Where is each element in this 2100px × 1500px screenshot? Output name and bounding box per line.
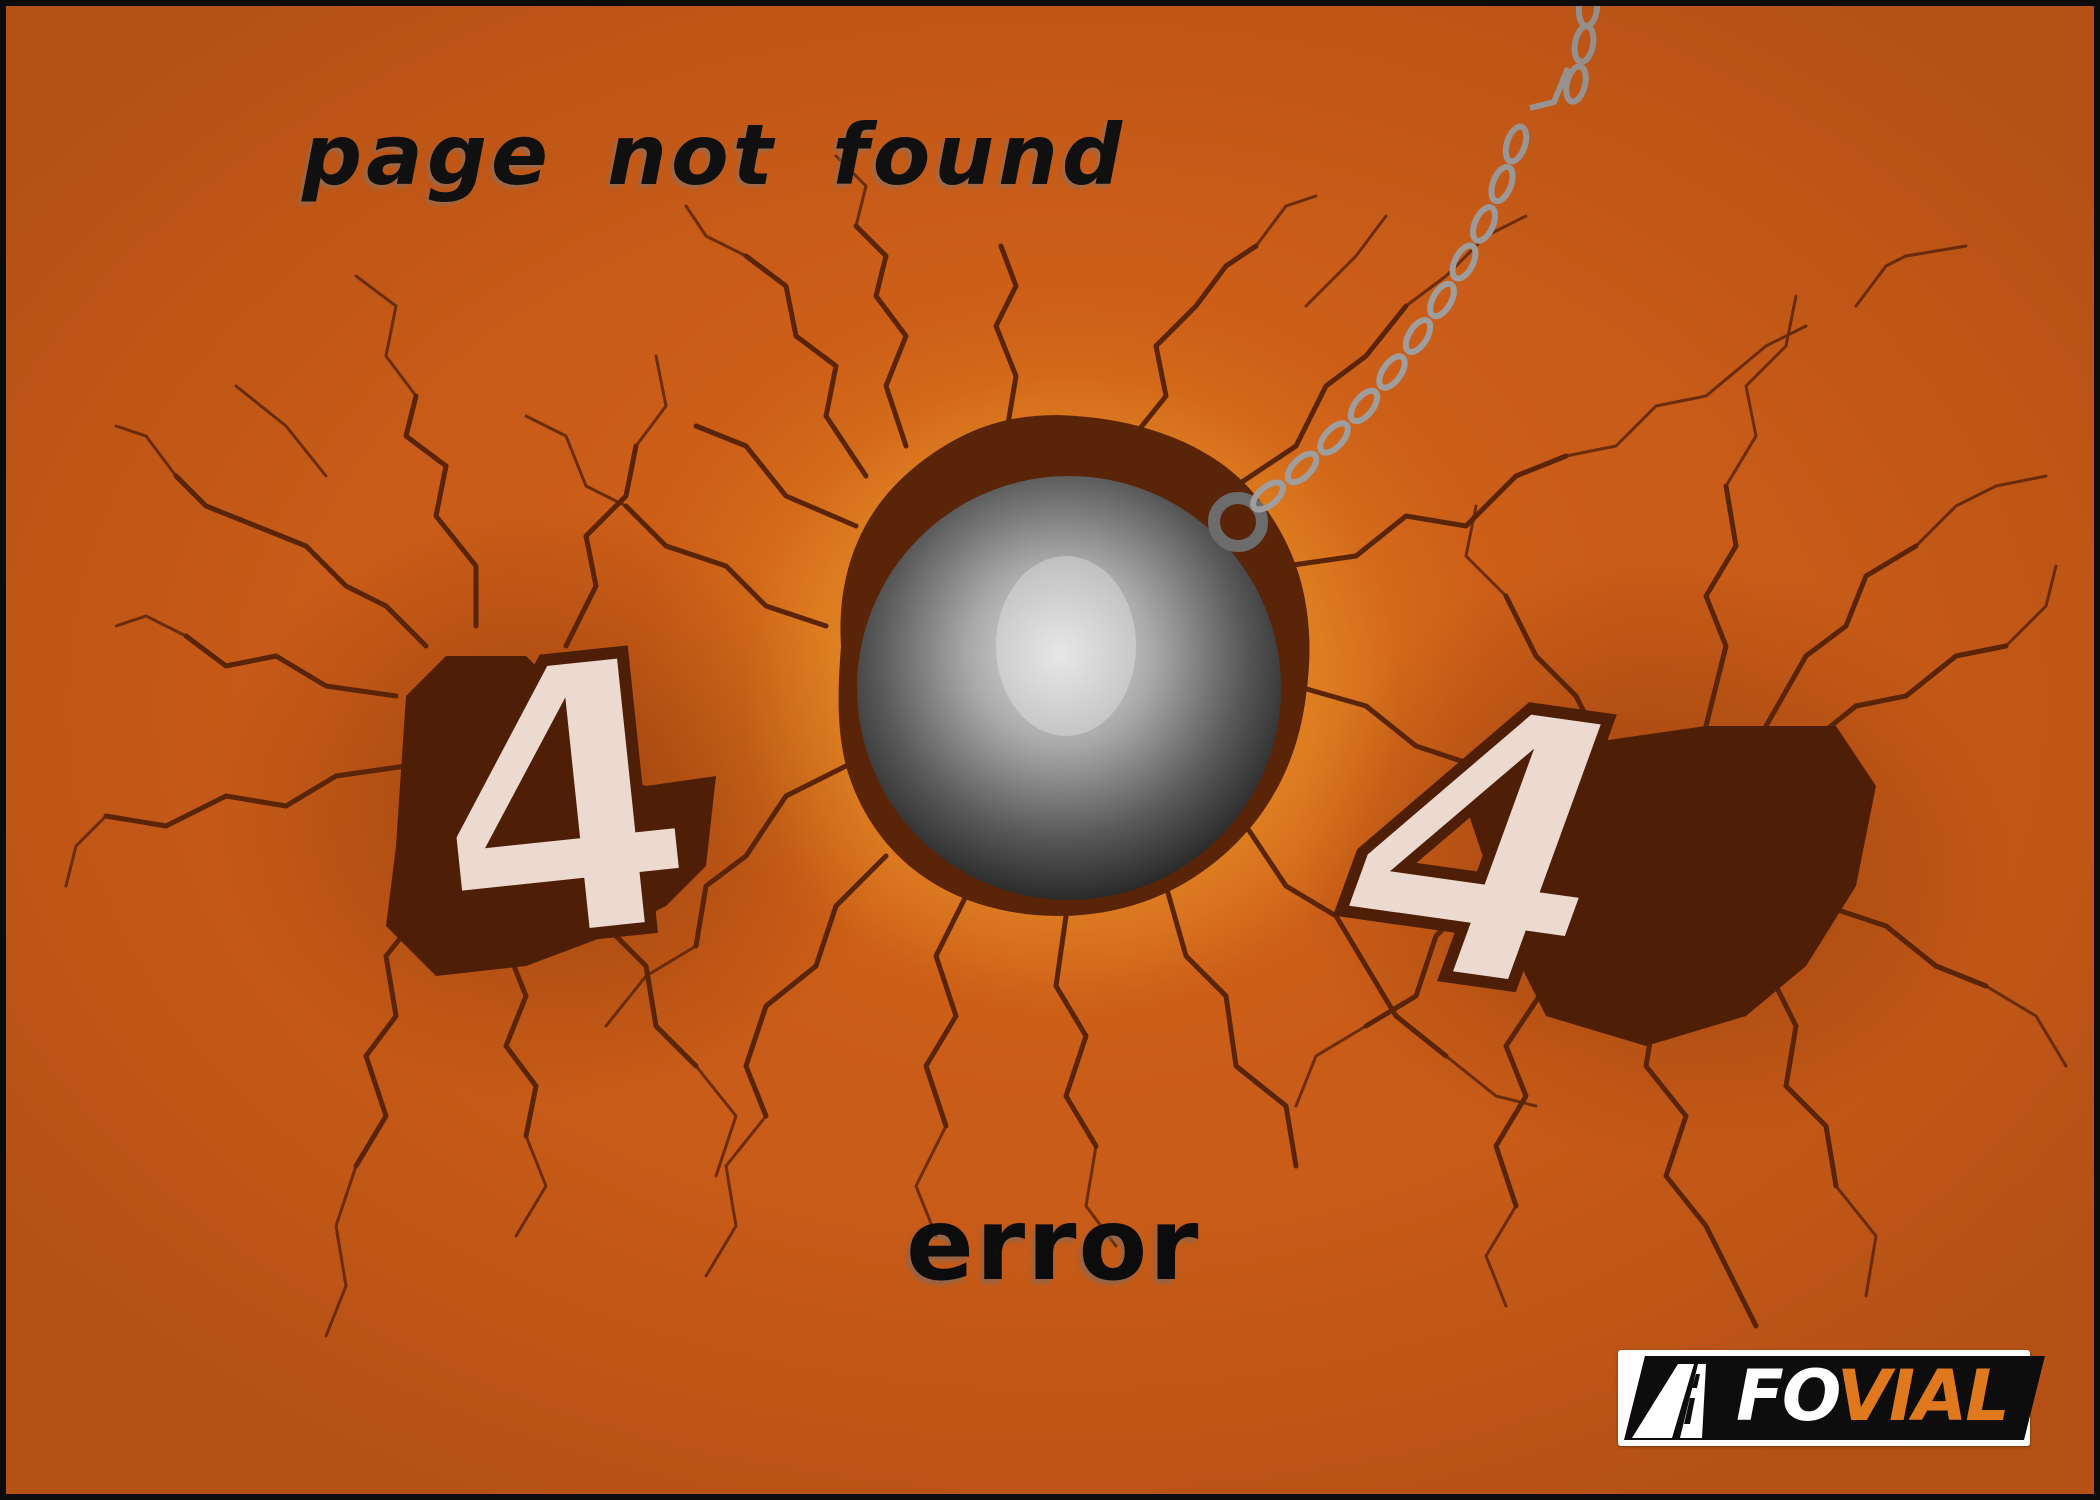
page-not-found-heading: page not found	[302, 106, 1127, 204]
logo-fo-text: FO	[1736, 1355, 1839, 1437]
road-icon	[1632, 1364, 1706, 1438]
logo-vial-text: VIAL	[1836, 1355, 2010, 1437]
logo-wordmark: FOVIAL	[1736, 1354, 2010, 1438]
fovial-logo[interactable]: FOVIAL	[1618, 1350, 2045, 1446]
digit-four-left: 4	[408, 570, 717, 1038]
error-label: error	[906, 1186, 1201, 1303]
error-page: 4 4 page not found error FOVIAL	[0, 0, 2100, 1500]
digit-four-right: 4	[1275, 618, 1692, 1080]
